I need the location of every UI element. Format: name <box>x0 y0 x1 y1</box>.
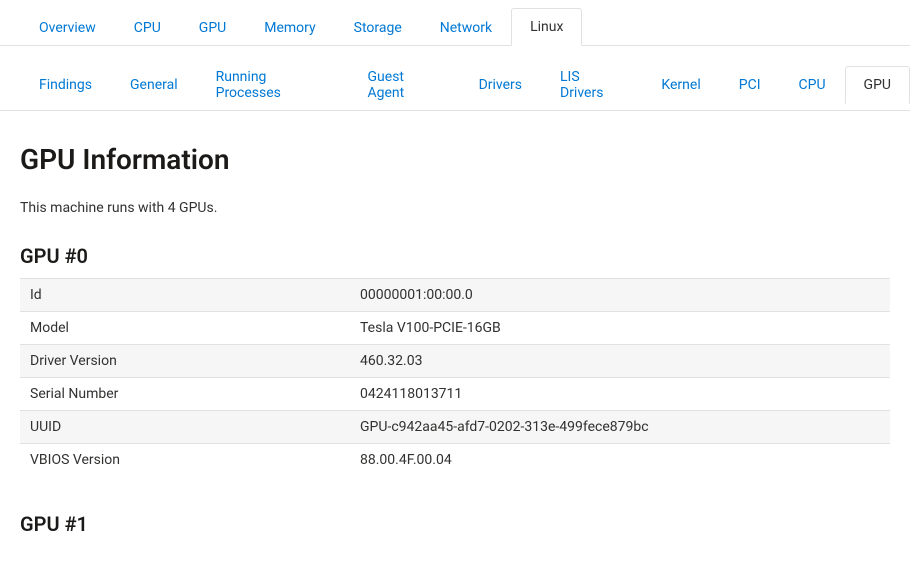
subtab-drivers[interactable]: Drivers <box>460 66 541 103</box>
tab-gpu[interactable]: GPU <box>180 9 245 46</box>
table-row: Driver Version460.32.03 <box>20 345 890 378</box>
table-row: Id00000001:00:00.0 <box>20 279 890 312</box>
tab-memory[interactable]: Memory <box>245 9 334 46</box>
gpu1-title: GPU #1 <box>20 512 890 536</box>
row-key-serial-number: Serial Number <box>20 378 350 411</box>
page-title: GPU Information <box>20 143 890 176</box>
content-area: GPU Information This machine runs with 4… <box>0 143 910 566</box>
row-key-uuid: UUID <box>20 411 350 444</box>
row-key-model: Model <box>20 312 350 345</box>
table-row: ModelTesla V100-PCIE-16GB <box>20 312 890 345</box>
subtab-findings[interactable]: Findings <box>20 66 111 103</box>
gpu0-title: GPU #0 <box>20 244 890 268</box>
tab-cpu[interactable]: CPU <box>115 9 180 46</box>
subtab-gpu[interactable]: GPU <box>845 66 910 104</box>
page-description: This machine runs with 4 GPUs. <box>20 200 890 216</box>
tab-network[interactable]: Network <box>421 9 511 46</box>
secondary-tabs: FindingsGeneralRunning ProcessesGuest Ag… <box>0 46 910 111</box>
tab-overview[interactable]: Overview <box>20 9 115 46</box>
row-key-id: Id <box>20 279 350 312</box>
row-key-vbios-version: VBIOS Version <box>20 444 350 477</box>
tab-linux[interactable]: Linux <box>511 8 582 46</box>
subtab-guest-agent[interactable]: Guest Agent <box>349 58 460 111</box>
row-val-id: 00000001:00:00.0 <box>350 279 890 312</box>
tab-storage[interactable]: Storage <box>335 9 421 46</box>
row-key-driver-version: Driver Version <box>20 345 350 378</box>
subtab-kernel[interactable]: Kernel <box>642 66 719 103</box>
row-val-driver-version: 460.32.03 <box>350 345 890 378</box>
gpu0-table: Id00000001:00:00.0ModelTesla V100-PCIE-1… <box>20 278 890 476</box>
subtab-running-processes[interactable]: Running Processes <box>197 58 349 111</box>
row-val-model: Tesla V100-PCIE-16GB <box>350 312 890 345</box>
primary-tabs: OverviewCPUGPUMemoryStorageNetworkLinux <box>0 0 910 46</box>
subtab-cpu[interactable]: CPU <box>780 66 845 103</box>
subtab-pci[interactable]: PCI <box>720 66 780 103</box>
row-val-serial-number: 0424118013711 <box>350 378 890 411</box>
table-row: UUIDGPU-c942aa45-afd7-0202-313e-499fece8… <box>20 411 890 444</box>
row-val-uuid: GPU-c942aa45-afd7-0202-313e-499fece879bc <box>350 411 890 444</box>
subtab-lis-drivers[interactable]: LIS Drivers <box>541 58 642 111</box>
table-row: Serial Number0424118013711 <box>20 378 890 411</box>
subtab-general[interactable]: General <box>111 66 197 103</box>
table-row: VBIOS Version88.00.4F.00.04 <box>20 444 890 477</box>
row-val-vbios-version: 88.00.4F.00.04 <box>350 444 890 477</box>
